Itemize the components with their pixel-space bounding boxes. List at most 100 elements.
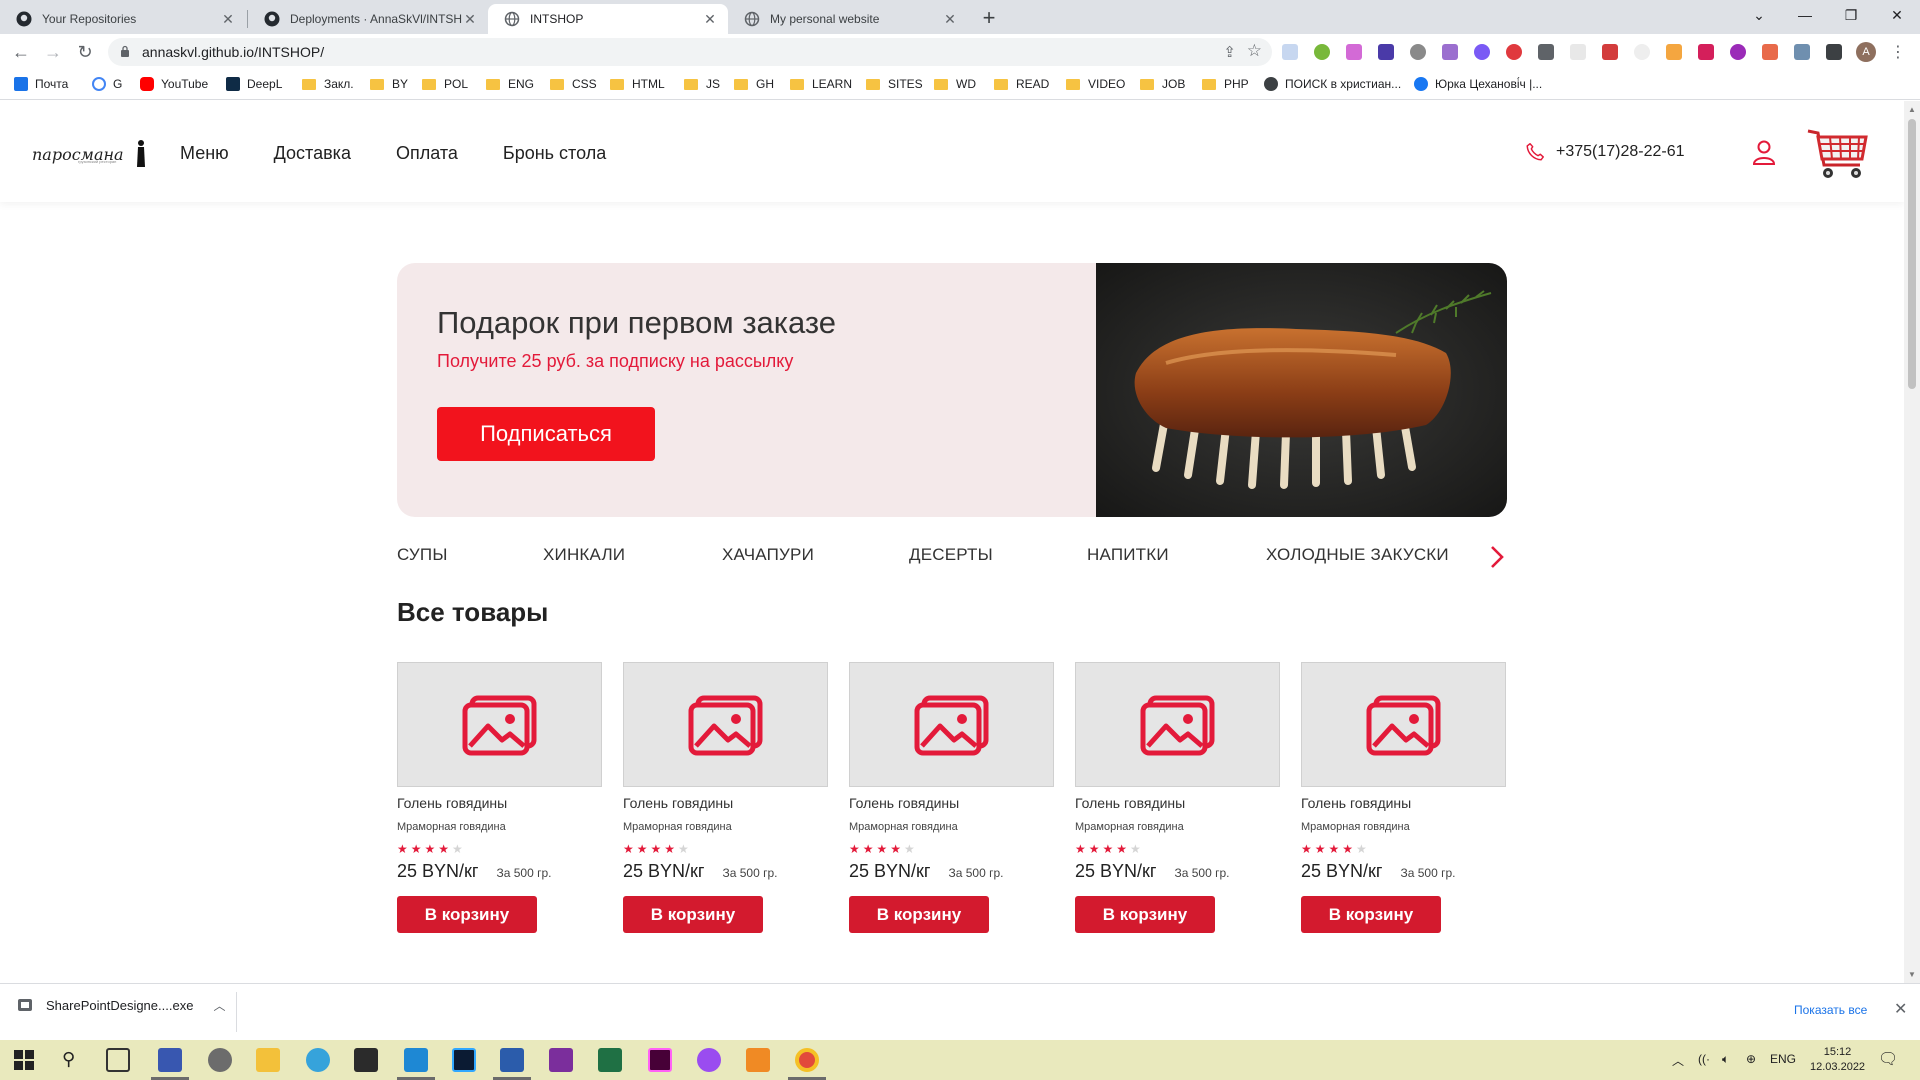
product-name[interactable]: Голень говядины [1075,795,1280,811]
tab-personal-website[interactable]: My personal website ✕ [728,4,968,34]
word-icon[interactable] [500,1048,524,1072]
close-icon[interactable]: ✕ [942,11,958,27]
add-to-cart-button[interactable]: В корзину [623,896,763,933]
scroll-down-icon[interactable]: ▼ [1908,970,1916,979]
category-soups[interactable]: СУПЫ [397,545,448,565]
close-window-button[interactable]: ✕ [1874,0,1920,30]
explorer-icon[interactable] [256,1048,280,1072]
bookmark-folder[interactable]: JOB [1140,77,1185,91]
new-tab-button[interactable]: + [976,6,1002,32]
extension-icon[interactable] [1794,44,1810,60]
profile-avatar[interactable]: A [1856,42,1876,62]
bookmark-g[interactable]: G [92,77,122,91]
save-icon[interactable] [158,1048,182,1072]
extension-icon[interactable] [1698,44,1714,60]
search-icon[interactable]: ⚲ [62,1049,75,1070]
restore-button[interactable]: ❐ [1828,0,1874,30]
nav-delivery[interactable]: Доставка [274,143,351,164]
product-name[interactable]: Голень говядины [849,795,1054,811]
close-icon[interactable]: ✕ [220,11,236,27]
close-icon[interactable]: ✕ [462,11,478,27]
language-globe-icon[interactable]: ⊕ [1746,1052,1756,1066]
more-menu-icon[interactable]: ⋮ [1890,42,1906,62]
add-to-cart-button[interactable]: В корзину [397,896,537,933]
category-drinks[interactable]: НАПИТКИ [1087,545,1169,565]
bookmark-facebook[interactable]: Юрка Цеханові́ч |... [1414,77,1542,91]
minimize-button[interactable]: — [1782,0,1828,30]
bookmark-folder[interactable]: POL [422,77,468,91]
tray-chevron-up-icon[interactable]: ︿ [1672,1052,1684,1069]
network-icon[interactable] [208,1048,232,1072]
extension-icon[interactable] [1314,44,1330,60]
keyboard-language[interactable]: ENG [1770,1052,1796,1066]
product-name[interactable]: Голень говядины [1301,795,1506,811]
product-image-placeholder[interactable] [397,662,602,787]
chevron-right-icon[interactable] [1490,545,1504,569]
category-desserts[interactable]: ДЕСЕРТЫ [909,545,993,565]
page-scrollbar[interactable]: ▲ ▼ [1904,101,1920,983]
category-khinkali[interactable]: ХИНКАЛИ [543,545,625,565]
nav-menu[interactable]: Меню [180,143,229,164]
bookmark-folder[interactable]: PHP [1202,77,1249,91]
download-item[interactable]: SharePointDesigne....exe ︿ [16,996,225,1014]
product-image-placeholder[interactable] [1075,662,1280,787]
extension-icon[interactable] [1762,44,1778,60]
product-image-placeholder[interactable] [1301,662,1506,787]
bookmark-youtube[interactable]: YouTube [140,77,208,91]
extension-icon[interactable] [1282,44,1298,60]
bookmark-pochta[interactable]: Почта [14,77,68,91]
tab-intshop[interactable]: INTSHOP ✕ [488,4,728,34]
extension-icon[interactable] [1666,44,1682,60]
bookmark-folder[interactable]: HTML [610,77,665,91]
address-bar[interactable]: annaskvl.github.io/INTSHOP/ ⇪ ☆ [108,38,1272,66]
extension-icon[interactable] [1506,44,1522,60]
extension-icon[interactable] [1410,44,1426,60]
messenger-icon[interactable] [697,1048,721,1072]
extension-icon[interactable] [1602,44,1618,60]
bookmark-folder[interactable]: LEARN [790,77,852,91]
bookmark-folder[interactable]: JS [684,77,720,91]
xd-icon[interactable] [648,1048,672,1072]
scroll-up-icon[interactable]: ▲ [1908,105,1916,114]
category-khachapuri[interactable]: ХАЧАПУРИ [722,545,814,565]
bookmark-folder[interactable]: ENG [486,77,534,91]
cart-icon[interactable] [1806,121,1870,185]
close-icon[interactable]: ✕ [702,11,718,27]
phone-link[interactable]: +375(17)28-22-61 [1524,141,1685,163]
vscode-icon[interactable] [404,1048,428,1072]
bookmark-folder[interactable]: BY [370,77,408,91]
extension-icon[interactable] [1474,44,1490,60]
system-clock[interactable]: 15:12 12.03.2022 [1810,1045,1865,1075]
add-to-cart-button[interactable]: В корзину [1075,896,1215,933]
bookmark-deepl[interactable]: DeepL [226,77,282,91]
bookmark-search[interactable]: ПОИСК в христиан... [1264,77,1401,91]
site-logo[interactable]: паросмана грузинский ресторан [32,139,146,169]
ie-icon[interactable] [306,1048,330,1072]
wifi-icon[interactable]: ((· [1698,1052,1710,1066]
chevron-up-icon[interactable]: ︿ [213,997,225,1014]
extension-icon[interactable] [1378,44,1394,60]
product-name[interactable]: Голень говядины [623,795,828,811]
task-view-icon[interactable] [106,1048,130,1072]
category-cold-appetizers[interactable]: ХОЛОДНЫЕ ЗАКУСКИ [1266,545,1449,565]
nav-payment[interactable]: Оплата [396,143,458,164]
bookmark-folder[interactable]: CSS [550,77,597,91]
back-icon[interactable]: ← [10,41,32,63]
product-image-placeholder[interactable] [623,662,828,787]
tab-search-icon[interactable]: ⌄ [1736,0,1782,30]
user-icon[interactable] [1752,139,1776,165]
tab-your-repositories[interactable]: Your Repositories ✕ [0,4,246,34]
reload-icon[interactable]: ↻ [74,41,96,63]
extension-icon[interactable] [1634,44,1650,60]
bookmark-folder[interactable]: READ [994,77,1049,91]
add-to-cart-button[interactable]: В корзину [849,896,989,933]
chrome-icon[interactable] [795,1048,819,1072]
product-name[interactable]: Голень говядины [397,795,602,811]
bookmark-folder[interactable]: VIDEO [1066,77,1125,91]
add-to-cart-button[interactable]: В корзину [1301,896,1441,933]
extension-icon[interactable] [1730,44,1746,60]
bookmark-folder[interactable]: SITES [866,77,923,91]
bookmark-star-icon[interactable]: ☆ [1247,41,1262,61]
share-icon[interactable]: ⇪ [1223,43,1236,61]
notifications-icon[interactable]: 🗨︎ [1878,1049,1898,1069]
